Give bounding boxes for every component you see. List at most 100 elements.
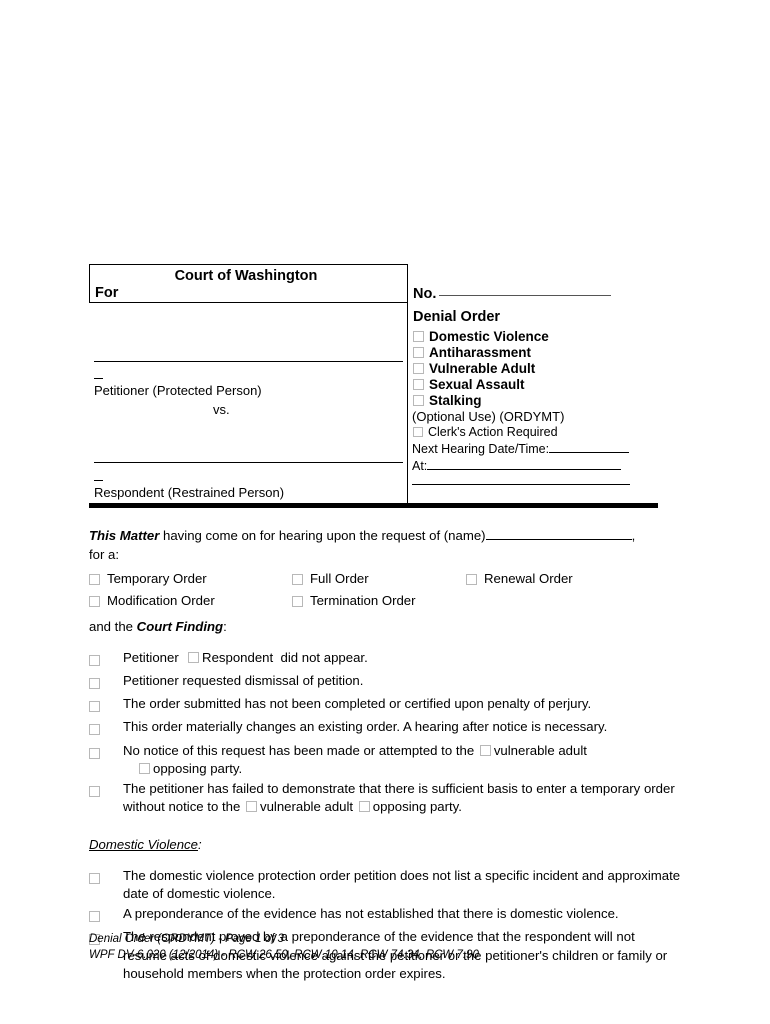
and-the-text: and the bbox=[89, 619, 137, 635]
petitioner-fill-line[interactable] bbox=[94, 361, 403, 362]
court-finding-text: Court Finding bbox=[136, 619, 224, 635]
respondent-label: Respondent (Restrained Person) bbox=[94, 485, 285, 500]
document-page: Court of Washington For Petitioner (Prot… bbox=[0, 0, 770, 1024]
order-type-domestic-violence[interactable]: Domestic Violence bbox=[413, 328, 549, 344]
court-for-box: Court of Washington For bbox=[89, 264, 408, 303]
option-renewal-order[interactable]: Renewal Order bbox=[466, 570, 573, 588]
finding-text: Petitioner Respondent did not appear. bbox=[123, 649, 681, 667]
petitioner-text: Petitioner bbox=[123, 649, 179, 665]
checkbox-icon[interactable] bbox=[413, 346, 424, 358]
optional-use-code: (Optional Use) (ORDYMT) bbox=[412, 409, 565, 424]
case-number-label: No. bbox=[413, 286, 437, 302]
option-modification-order[interactable]: Modification Order bbox=[89, 592, 215, 610]
checkbox-icon[interactable] bbox=[292, 574, 303, 586]
caption-bottom-rule bbox=[89, 503, 658, 508]
this-matter-lead: This Matter bbox=[89, 528, 160, 543]
court-finding-heading: and the Court Finding: bbox=[89, 618, 681, 636]
court-finding-colon: : bbox=[223, 619, 227, 635]
checkbox-icon[interactable] bbox=[358, 801, 370, 813]
checkbox-icon[interactable] bbox=[89, 872, 100, 884]
option-label: Modification Order bbox=[107, 593, 215, 609]
finding-checkbox-cell[interactable] bbox=[89, 780, 123, 801]
checkbox-icon[interactable] bbox=[292, 596, 303, 608]
checkbox-icon[interactable] bbox=[89, 574, 100, 586]
checkbox-icon[interactable] bbox=[245, 801, 257, 813]
caption-left-column: Court of Washington For Petitioner (Prot… bbox=[89, 264, 408, 504]
order-type-checkbox-list: Domestic Violence Antiharassment Vulnera… bbox=[413, 328, 549, 408]
checkbox-icon[interactable] bbox=[89, 785, 100, 797]
order-type-label: Sexual Assault bbox=[429, 376, 525, 392]
order-type-antiharassment[interactable]: Antiharassment bbox=[413, 344, 549, 360]
clerks-action-required-row[interactable]: Clerk's Action Required bbox=[413, 425, 558, 439]
requesting-party-name-input[interactable] bbox=[485, 539, 632, 540]
court-findings-list: Petitioner Respondent did not appear. Pe… bbox=[89, 649, 681, 817]
hearing-at-label: At: bbox=[412, 459, 428, 473]
checkbox-icon[interactable] bbox=[413, 378, 424, 390]
checkbox-icon[interactable] bbox=[188, 651, 200, 663]
document-body: This Matter having come on for hearing u… bbox=[89, 527, 681, 985]
next-hearing-input[interactable] bbox=[549, 452, 630, 453]
finding-checkbox-cell[interactable] bbox=[89, 742, 123, 763]
option-label: Renewal Order bbox=[484, 571, 573, 587]
hearing-at-row: At: bbox=[412, 459, 622, 473]
petitioner-label: Petitioner (Protected Person) bbox=[94, 383, 262, 398]
finding-text: A preponderance of the evidence has not … bbox=[123, 906, 619, 922]
finding-row-not-certified: The order submitted has not been complet… bbox=[89, 695, 681, 716]
checkbox-icon[interactable] bbox=[479, 744, 491, 756]
case-number-row: No. bbox=[413, 286, 612, 302]
caption-extra-line[interactable] bbox=[412, 484, 630, 485]
order-type-label: Stalking bbox=[429, 392, 482, 408]
option-termination-order[interactable]: Termination Order bbox=[292, 592, 416, 610]
finding-text: No notice of this request has been made … bbox=[123, 742, 681, 778]
vulnerable-adult-option: vulnerable adult bbox=[259, 799, 354, 815]
checkbox-icon[interactable] bbox=[413, 362, 424, 374]
this-matter-text: having come on for hearing upon the requ… bbox=[159, 528, 486, 543]
denial-order-title: Denial Order bbox=[413, 309, 501, 325]
court-title: Court of Washington bbox=[174, 268, 318, 284]
checkbox-icon[interactable] bbox=[466, 574, 477, 586]
order-type-stalking[interactable]: Stalking bbox=[413, 392, 549, 408]
finding-checkbox-cell[interactable] bbox=[89, 695, 123, 716]
checkbox-icon[interactable] bbox=[413, 394, 424, 406]
finding-checkbox-cell[interactable] bbox=[89, 905, 123, 926]
option-label: Temporary Order bbox=[107, 571, 207, 587]
checkbox-icon[interactable] bbox=[89, 701, 100, 713]
checkbox-icon[interactable] bbox=[89, 724, 100, 736]
order-type-sexual-assault[interactable]: Sexual Assault bbox=[413, 376, 549, 392]
option-label: Full Order bbox=[310, 571, 369, 587]
no-notice-text: No notice of this request has been made … bbox=[123, 742, 475, 758]
finding-row-no-notice: No notice of this request has been made … bbox=[89, 742, 681, 778]
checkbox-icon[interactable] bbox=[89, 747, 100, 759]
footer-line-2: WPF DV-6.020 (12/2014) - RCW 26.50, RCW … bbox=[89, 948, 479, 961]
order-type-label: Vulnerable Adult bbox=[429, 360, 536, 376]
this-matter-line: This Matter having come on for hearing u… bbox=[89, 527, 681, 545]
finding-checkbox-cell[interactable] bbox=[89, 867, 123, 888]
vulnerable-adult-option: vulnerable adult bbox=[493, 742, 587, 758]
order-type-vulnerable-adult[interactable]: Vulnerable Adult bbox=[413, 360, 549, 376]
domestic-violence-findings-list: The domestic violence protection order p… bbox=[89, 867, 681, 983]
for-a-label: for a: bbox=[89, 547, 120, 563]
finding-text: The domestic violence protection order p… bbox=[123, 867, 681, 901]
checkbox-icon[interactable] bbox=[413, 427, 423, 437]
did-not-appear-text: did not appear. bbox=[280, 649, 368, 665]
checkbox-icon[interactable] bbox=[413, 330, 424, 342]
finding-text: The petitioner has failed to demonstrate… bbox=[123, 780, 681, 816]
respondent-tick-mark bbox=[94, 480, 103, 481]
domestic-violence-heading-text: Domestic Violence bbox=[89, 837, 198, 853]
respondent-fill-line[interactable] bbox=[94, 462, 403, 463]
checkbox-icon[interactable] bbox=[89, 596, 100, 608]
option-temporary-order[interactable]: Temporary Order bbox=[89, 570, 207, 588]
option-full-order[interactable]: Full Order bbox=[292, 570, 369, 588]
finding-checkbox-cell[interactable] bbox=[89, 718, 123, 739]
finding-row-materially-changes: This order materially changes an existin… bbox=[89, 718, 681, 739]
case-number-input[interactable] bbox=[439, 295, 612, 296]
for-label: For bbox=[95, 285, 119, 301]
hearing-at-input[interactable] bbox=[427, 469, 622, 470]
next-hearing-label: Next Hearing Date/Time: bbox=[412, 442, 550, 456]
checkbox-icon[interactable] bbox=[89, 677, 100, 689]
finding-checkbox-cell[interactable] bbox=[89, 672, 123, 693]
checkbox-icon[interactable] bbox=[89, 654, 100, 666]
checkbox-icon[interactable] bbox=[139, 762, 150, 774]
finding-checkbox-cell[interactable] bbox=[89, 649, 123, 670]
checkbox-icon[interactable] bbox=[89, 911, 100, 923]
